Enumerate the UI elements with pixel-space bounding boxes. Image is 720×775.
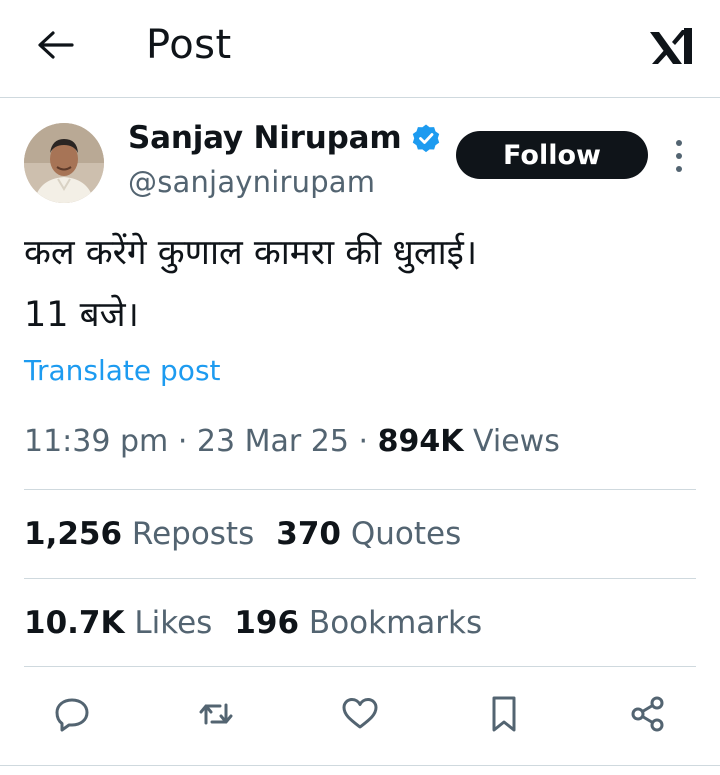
like-button[interactable] bbox=[336, 690, 384, 738]
meta-separator: · bbox=[358, 424, 369, 459]
tweet-text: कल करेंगे कुणाल कामरा की धुलाई। 11 बजे। bbox=[24, 222, 694, 346]
likes-count: 10.7K bbox=[24, 605, 125, 641]
x-logo-icon[interactable] bbox=[648, 24, 694, 68]
quotes-label: Quotes bbox=[350, 516, 462, 552]
tweet-line: 11 बजे। bbox=[24, 295, 139, 335]
repost-icon bbox=[199, 703, 233, 725]
stats-row-engagement: 1,256 Reposts 370 Quotes bbox=[24, 516, 461, 552]
bookmarks-count: 196 bbox=[234, 605, 300, 641]
avatar-image bbox=[24, 123, 104, 203]
reposts-count: 1,256 bbox=[24, 516, 123, 552]
arrow-left-icon bbox=[38, 31, 74, 59]
views-count: 894K bbox=[377, 424, 464, 459]
reply-button[interactable] bbox=[48, 690, 96, 738]
author-handle[interactable]: @sanjaynirupam bbox=[128, 165, 375, 199]
divider bbox=[0, 765, 720, 766]
stats-row-likes: 10.7K Likes 196 Bookmarks bbox=[24, 605, 482, 641]
more-dot-icon bbox=[676, 153, 682, 159]
bookmarks-label: Bookmarks bbox=[308, 605, 483, 641]
repost-button[interactable] bbox=[192, 690, 240, 738]
more-options-button[interactable] bbox=[668, 140, 690, 172]
tweet-line: कल करेंगे कुणाल कामरा की धुलाई। bbox=[24, 233, 478, 273]
post-date[interactable]: 23 Mar 25 bbox=[197, 424, 349, 459]
share-icon bbox=[631, 696, 664, 732]
quotes-count: 370 bbox=[276, 516, 341, 552]
top-bar: Post bbox=[0, 0, 720, 98]
translate-post-link[interactable]: Translate post bbox=[24, 354, 221, 387]
divider bbox=[24, 489, 696, 490]
like-icon bbox=[342, 698, 378, 729]
reply-icon bbox=[55, 698, 89, 732]
more-dot-icon bbox=[676, 140, 682, 146]
author-name[interactable]: Sanjay Nirupam bbox=[128, 120, 402, 156]
divider bbox=[24, 578, 696, 579]
action-bar bbox=[0, 690, 720, 744]
avatar[interactable] bbox=[24, 123, 104, 203]
author-name-row[interactable]: Sanjay Nirupam bbox=[128, 120, 441, 156]
reposts-stat[interactable]: 1,256 Reposts bbox=[24, 516, 254, 552]
likes-stat[interactable]: 10.7K Likes bbox=[24, 605, 212, 641]
more-dot-icon bbox=[676, 166, 682, 172]
share-button[interactable] bbox=[624, 690, 672, 738]
reposts-label: Reposts bbox=[131, 516, 255, 552]
follow-button[interactable]: Follow bbox=[456, 131, 648, 179]
quotes-stat[interactable]: 370 Quotes bbox=[276, 516, 461, 552]
verified-badge-icon bbox=[413, 124, 440, 153]
likes-label: Likes bbox=[134, 605, 213, 641]
post-meta: 11:39 pm · 23 Mar 25 · 894K Views bbox=[24, 424, 560, 459]
page-title: Post bbox=[146, 22, 232, 68]
divider bbox=[24, 666, 696, 667]
meta-separator: · bbox=[177, 424, 188, 459]
bookmark-icon bbox=[492, 696, 516, 732]
post-time[interactable]: 11:39 pm bbox=[24, 424, 168, 459]
back-button[interactable] bbox=[36, 28, 76, 62]
bookmarks-stat: 196 Bookmarks bbox=[234, 605, 482, 641]
bookmark-button[interactable] bbox=[480, 690, 528, 738]
views-label: Views bbox=[473, 424, 560, 459]
